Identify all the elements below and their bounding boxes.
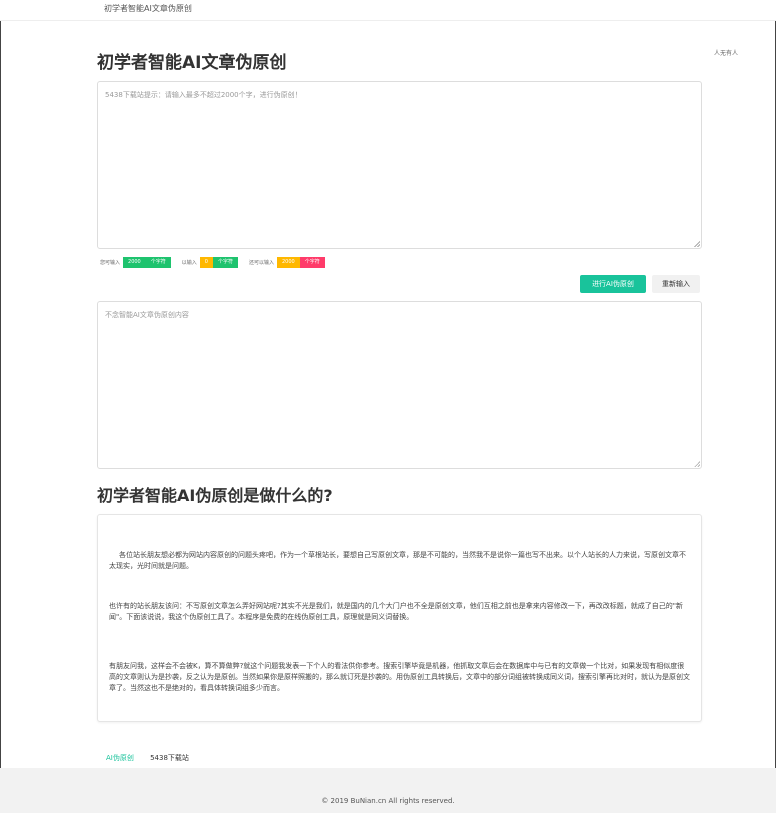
result-text-output[interactable]: 不念智能AI文章伪原创内容 (97, 301, 702, 469)
run-rewrite-button[interactable]: 进行AI伪原创 (580, 275, 646, 293)
entered-value: 0 (199, 256, 213, 268)
article-paragraph-1: 各位站长朋友想必都为网站内容原创的问题头疼吧，作为一个草根站长，要想自己写原创文… (109, 551, 686, 570)
footer-links: AI伪原创 5438下载站 (106, 753, 189, 763)
section-title: 初学者智能AI伪原创是做什么的? (97, 486, 333, 505)
footer-link-5438[interactable]: 5438下载站 (150, 754, 189, 762)
can-input-unit: 个字符 (145, 256, 171, 268)
article-paragraph-2: 也许有的站长朋友该问：不写原创文章怎么弄好网站呢?其实不光是我们，就是国内的几个… (109, 602, 683, 621)
resize-handle-icon[interactable] (694, 241, 700, 247)
article-panel: 各位站长朋友想必都为网站内容原创的问题头疼吧，作为一个草根站长，要想自己写原创文… (97, 514, 702, 722)
can-input-label: 您可输入 (100, 259, 121, 266)
remaining-value: 2000 (277, 256, 300, 268)
resize-handle-icon[interactable] (694, 461, 700, 467)
source-text-placeholder: 5438下载站提示：请输入最多不超过2000个字，进行伪原创！ (105, 91, 302, 99)
remaining-label: 还可以输入 (248, 259, 274, 266)
can-input-value: 2000 (123, 256, 146, 268)
remaining-unit: 个字符 (299, 256, 325, 268)
site-brand[interactable]: 初学者智能AI文章伪原创 (104, 3, 192, 14)
result-text-placeholder: 不念智能AI文章伪原创内容 (105, 311, 189, 319)
source-text-input[interactable]: 5438下载站提示：请输入最多不超过2000个字，进行伪原创！ (97, 81, 702, 249)
top-bar: 初学者智能AI文章伪原创 (0, 0, 776, 21)
copyright-text: © 2019 BuNian.cn All rights reserved. (321, 797, 455, 805)
page-footer: © 2019 BuNian.cn All rights reserved. (0, 768, 776, 813)
article-paragraph-3: 有朋友问我，这样会不会被K，算不算做弊?就这个问题我发表一下个人的看法供你参考。… (109, 662, 690, 692)
page-title: 初学者智能AI文章伪原创 (97, 53, 287, 73)
footer-link-ai[interactable]: AI伪原创 (106, 754, 134, 762)
reset-button[interactable]: 重新输入 (652, 275, 700, 293)
user-link[interactable]: 人无有人 (714, 48, 738, 57)
entered-label: 以输入 (181, 259, 197, 266)
entered-unit: 个字符 (212, 256, 238, 268)
char-counters: 您可输入 2000 个字符 以输入 0 个字符 还可以输入 2000 个字符 (97, 256, 325, 268)
